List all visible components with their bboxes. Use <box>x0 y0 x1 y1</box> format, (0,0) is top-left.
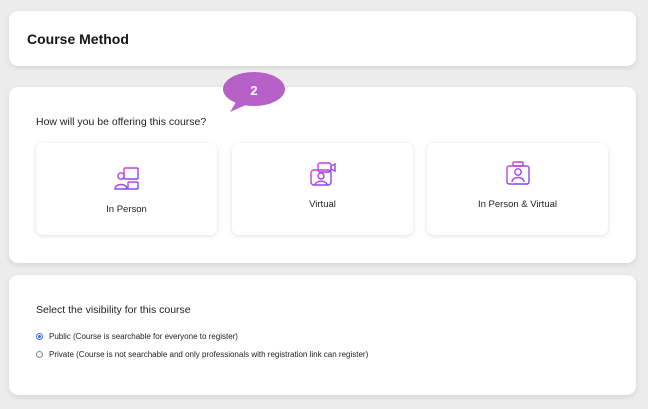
offering-question: How will you be offering this course? <box>36 116 207 128</box>
radio-private-button[interactable] <box>36 351 43 358</box>
visibility-title: Select the visibility for this course <box>36 304 191 316</box>
option-virtual-label: Virtual <box>309 199 336 210</box>
option-in-person-label: In Person <box>106 204 147 215</box>
page-title: Course Method <box>27 31 129 47</box>
course-method-header-card: Course Method <box>9 11 636 66</box>
step-annotation-number: 2 <box>250 83 258 98</box>
radio-public-button[interactable] <box>36 333 43 340</box>
hybrid-icon <box>504 161 531 187</box>
radio-public[interactable]: Public (Course is searchable for everyon… <box>36 332 238 341</box>
course-method-card: How will you be offering this course? In… <box>9 87 636 263</box>
virtual-video-icon <box>309 162 336 186</box>
option-in-person-and-virtual[interactable]: In Person & Virtual <box>427 143 608 235</box>
option-virtual[interactable]: Virtual <box>232 143 413 235</box>
visibility-card: Select the visibility for this course Pu… <box>9 275 636 395</box>
option-in-person[interactable]: In Person <box>36 143 217 235</box>
option-in-person-and-virtual-label: In Person & Virtual <box>477 199 558 210</box>
radio-public-label: Public (Course is searchable for everyon… <box>49 332 238 341</box>
radio-private[interactable]: Private (Course is not searchable and on… <box>36 350 368 359</box>
radio-private-label: Private (Course is not searchable and on… <box>49 350 369 359</box>
in-person-classroom-icon <box>113 167 140 192</box>
